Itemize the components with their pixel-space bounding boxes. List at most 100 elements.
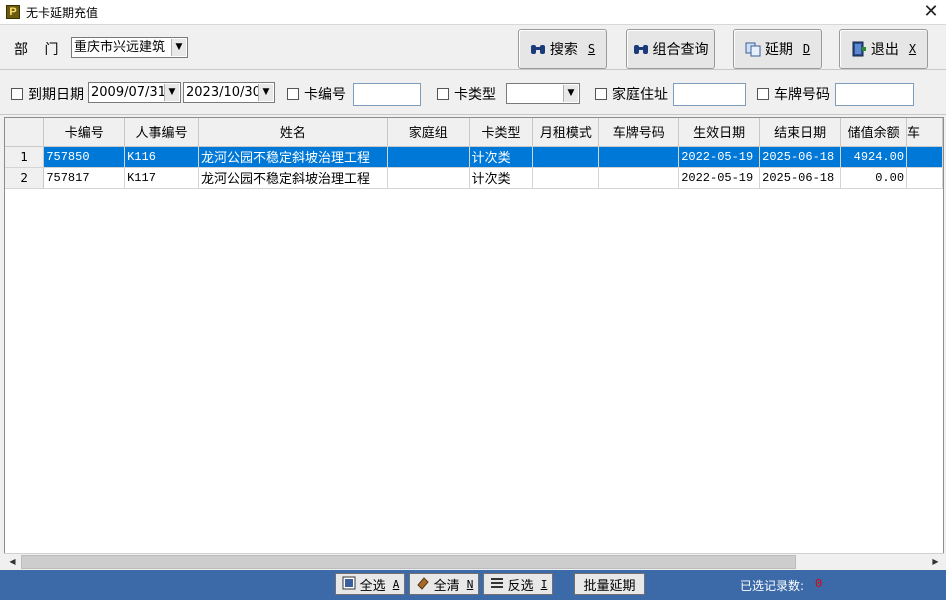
cell-end-date[interactable]: 2025-06-18 [759,167,842,189]
cell-balance[interactable]: 0.00 [840,167,908,189]
date-from-value: 2009/07/31 [91,85,166,100]
batch-extend-button[interactable]: 批量延期 [574,573,645,595]
table-row[interactable]: 1 757850 K116 龙河公园不稳定斜坡治理工程 计次类 2022-05-… [5,146,943,168]
invert-selection-button[interactable]: 反选 I [483,573,553,595]
card-no-label: 卡编号 [304,87,346,103]
date-to-picker[interactable]: 2023/10/30 ▼ [183,82,275,103]
select-all-icon [341,576,357,592]
horizontal-scrollbar[interactable]: ◀ ▶ [4,553,944,570]
invert-hotkey: I [540,577,548,591]
search-button-label: 搜索 [549,42,578,58]
date-from-picker[interactable]: 2009/07/31 ▼ [88,82,181,103]
dept-select[interactable]: 重庆市兴远建筑 ▼ [71,37,188,58]
cell-family-group[interactable] [387,167,470,189]
column-header[interactable]: 车 [906,118,943,147]
address-input[interactable] [673,83,746,106]
exit-hotkey: X [908,42,917,56]
cell-plate[interactable] [598,167,680,189]
expiry-date-label: 到期日期 [28,87,84,103]
scroll-right-arrow-icon[interactable]: ▶ [927,554,944,570]
expiry-date-checkbox[interactable] [11,88,23,100]
column-header[interactable]: 生效日期 [678,118,761,147]
cell-plate[interactable] [598,146,680,168]
card-no-checkbox[interactable] [287,88,299,100]
cell-name[interactable]: 龙河公园不稳定斜坡治理工程 [198,146,388,168]
column-header[interactable]: 卡编号 [43,118,126,147]
clear-all-button[interactable]: 全清 N [409,573,479,595]
cell-card-type[interactable]: 计次类 [469,146,534,168]
cell-staff-no[interactable]: K117 [124,167,199,189]
extend-button[interactable]: 延期 D [733,29,822,69]
column-header[interactable]: 卡类型 [469,118,534,147]
card-type-select[interactable]: ▼ [506,83,580,104]
cell-end-date[interactable]: 2025-06-18 [759,146,842,168]
cell-rent-mode[interactable] [532,146,600,168]
column-header[interactable]: 结束日期 [759,118,842,147]
chevron-down-icon[interactable]: ▼ [563,85,578,102]
combo-query-button[interactable]: 组合查询 [626,29,715,69]
cell-balance[interactable]: 4924.00 [840,146,908,168]
scroll-left-arrow-icon[interactable]: ◀ [4,554,21,570]
column-header[interactable]: 姓名 [198,118,388,147]
card-type-checkbox[interactable] [437,88,449,100]
cell-card-no[interactable]: 757850 [43,146,126,168]
selected-count-value: 0 [815,577,823,591]
row-index[interactable]: 1 [5,146,45,168]
cell-card-type[interactable]: 计次类 [469,167,534,189]
chevron-down-icon[interactable]: ▼ [164,84,179,101]
search-button[interactable]: 搜索 S [518,29,607,69]
clear-all-hotkey: N [466,577,474,591]
cell-rent-mode[interactable] [532,167,600,189]
row-index[interactable]: 2 [5,167,45,189]
plate-checkbox[interactable] [757,88,769,100]
binoculars-icon [530,41,546,57]
close-icon[interactable]: ✕ [916,0,946,25]
cell-start-date[interactable]: 2022-05-19 [678,167,761,189]
exit-door-icon [851,41,867,57]
cell-name[interactable]: 龙河公园不稳定斜坡治理工程 [198,167,388,189]
cell-extra[interactable] [906,167,943,189]
exit-button-label: 退出 [870,42,899,58]
column-header[interactable]: 月租模式 [532,118,600,147]
selected-count-label: 已选记录数: [740,579,805,593]
binoculars-icon [633,41,649,57]
address-label: 家庭住址 [612,87,668,103]
window-title: 无卡延期充值 [26,6,99,20]
search-hotkey: S [587,42,596,56]
select-all-button[interactable]: 全选 A [335,573,405,595]
combo-query-label: 组合查询 [652,42,709,58]
card-no-input[interactable] [353,83,421,106]
chevron-down-icon[interactable]: ▼ [258,84,273,101]
card-grid[interactable]: 卡编号 人事编号 姓名 家庭组 卡类型 月租模式 车牌号码 生效日期 结束日期 … [4,117,944,569]
title-bar: P 无卡延期充值 ✕ [0,0,946,25]
exit-button[interactable]: 退出 X [839,29,928,69]
column-header[interactable]: 储值余额 [840,118,908,147]
select-all-label: 全选 [359,578,386,594]
extend-button-label: 延期 [764,42,793,58]
address-checkbox[interactable] [595,88,607,100]
column-header[interactable]: 车牌号码 [598,118,680,147]
cell-extra[interactable] [906,146,943,168]
date-to-value: 2023/10/30 [186,85,261,100]
chevron-down-icon[interactable]: ▼ [171,39,186,56]
plate-label: 车牌号码 [774,87,830,103]
cell-staff-no[interactable]: K116 [124,146,199,168]
dept-select-value: 重庆市兴远建筑 [74,40,166,55]
bottom-action-bar: 全选 A 全清 N 反选 I 批量延期 已选记录数: 0 [0,570,946,600]
dept-label: 部 门 [14,42,65,58]
table-row[interactable]: 2 757817 K117 龙河公园不稳定斜坡治理工程 计次类 2022-05-… [5,167,943,189]
top-toolbar: 部 门 重庆市兴远建筑 ▼ 搜索 S 组合查询 延期 D 退出 X [0,25,946,70]
cell-family-group[interactable] [387,146,470,168]
filter-bar: 到期日期 2009/07/31 ▼ 2023/10/30 ▼ 卡编号 卡类型 ▼… [0,71,946,115]
invert-label: 反选 [507,578,534,594]
copy-icon [745,41,761,57]
app-icon: P [6,5,20,19]
cell-card-no[interactable]: 757817 [43,167,126,189]
cell-start-date[interactable]: 2022-05-19 [678,146,761,168]
column-header[interactable]: 人事编号 [124,118,199,147]
column-header[interactable]: 家庭组 [387,118,470,147]
select-all-hotkey: A [392,577,400,591]
plate-input[interactable] [835,83,914,106]
card-type-label: 卡类型 [454,87,496,103]
scrollbar-thumb[interactable] [21,555,796,569]
